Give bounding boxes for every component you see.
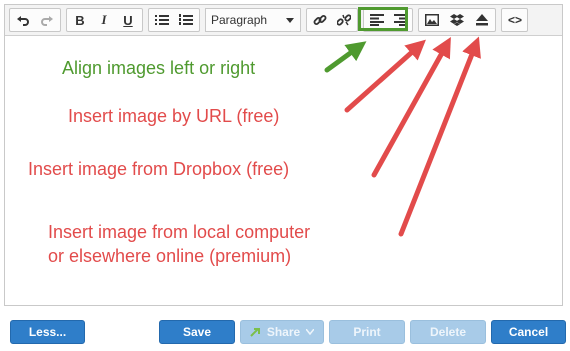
cancel-button[interactable]: Cancel	[491, 320, 566, 344]
align-highlight-box	[358, 7, 408, 31]
paragraph-select-value: Paragraph	[211, 13, 268, 27]
annotation-local-line1: Insert image from local computer	[48, 222, 311, 242]
unlink-icon[interactable]	[333, 9, 355, 31]
annotation-align: Align images left or right	[62, 58, 256, 78]
numbered-list-icon[interactable]	[175, 9, 197, 31]
annotation-local-line2: or elsewhere online (premium)	[48, 246, 292, 266]
delete-button[interactable]: Delete	[410, 320, 486, 344]
underline-icon[interactable]: U	[117, 9, 139, 31]
history-group	[9, 8, 61, 32]
bold-icon[interactable]: B	[69, 9, 91, 31]
share-button[interactable]: Share	[240, 320, 324, 344]
annotation-dropbox: Insert image from Dropbox (free)	[28, 159, 290, 179]
italic-icon[interactable]: I	[93, 9, 115, 31]
save-button[interactable]: Save	[159, 320, 235, 344]
format-group: B I U	[66, 8, 143, 32]
share-button-label: Share	[266, 325, 301, 339]
link-group	[306, 8, 358, 32]
redo-icon[interactable]	[36, 9, 58, 31]
annotation-url: Insert image by URL (free)	[68, 106, 280, 126]
dropbox-icon[interactable]	[446, 9, 468, 31]
image-icon[interactable]	[421, 9, 443, 31]
editor-toolbar: B I U Paragraph <>	[5, 5, 562, 36]
bullet-list-icon[interactable]	[151, 9, 173, 31]
code-icon[interactable]: <>	[504, 9, 526, 31]
less-button[interactable]: Less...	[10, 320, 85, 344]
chevron-down-icon	[286, 18, 294, 23]
code-group: <>	[501, 8, 528, 32]
list-group	[148, 8, 200, 32]
image-group	[418, 8, 496, 32]
print-button[interactable]: Print	[329, 320, 405, 344]
undo-icon[interactable]	[12, 9, 34, 31]
upload-icon[interactable]	[471, 9, 493, 31]
chevron-down-icon	[306, 329, 315, 335]
share-icon	[250, 328, 260, 337]
link-icon[interactable]	[309, 9, 331, 31]
paragraph-select[interactable]: Paragraph	[205, 8, 301, 32]
